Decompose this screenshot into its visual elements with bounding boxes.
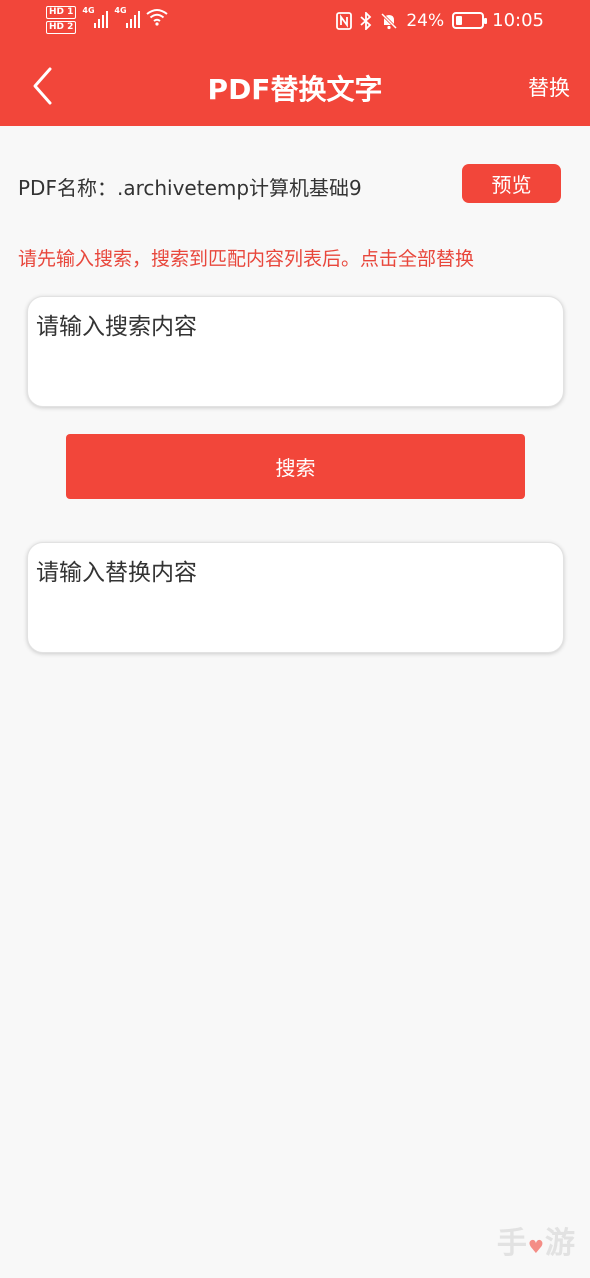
bluetooth-icon	[360, 11, 372, 30]
signal-2-icon: 4G	[114, 6, 141, 28]
signal-1-icon: 4G	[82, 6, 109, 28]
replace-button[interactable]: 替换	[528, 72, 570, 102]
battery-icon	[452, 12, 488, 29]
hd2-badge: HD 2	[46, 21, 77, 34]
preview-button[interactable]: 预览	[462, 164, 561, 203]
watermark-logo: 手♥游	[496, 1226, 576, 1261]
app-header: HD 1 HD 2 4G 4G 24% 10:05 PDF替换文字 替换	[0, 0, 590, 126]
search-button[interactable]: 搜索	[66, 434, 525, 499]
hd1-badge: HD 1	[46, 6, 77, 19]
battery-percent: 24%	[406, 10, 445, 31]
pdf-name-row: PDF名称：.archivetemp计算机基础9	[18, 172, 362, 201]
network-type-2: 4G	[114, 6, 127, 15]
sim-badges: HD 1 HD 2	[46, 6, 77, 34]
replace-input[interactable]: 请输入替换内容	[27, 542, 564, 653]
mute-bell-icon	[381, 12, 398, 29]
wifi-icon	[146, 9, 169, 26]
clock: 10:05	[492, 10, 544, 31]
search-input[interactable]: 请输入搜索内容	[27, 296, 564, 407]
pdf-name-label: PDF名称：	[18, 176, 117, 200]
instruction-hint: 请先输入搜索，搜索到匹配内容列表后。点击全部替换	[18, 248, 475, 270]
pdf-name-value: .archivetemp计算机基础9	[116, 176, 362, 200]
status-bar: HD 1 HD 2 4G 4G 24% 10:05	[0, 0, 590, 46]
page-title: PDF替换文字	[207, 73, 383, 106]
nfc-icon	[336, 11, 353, 30]
network-type-1: 4G	[82, 6, 95, 15]
